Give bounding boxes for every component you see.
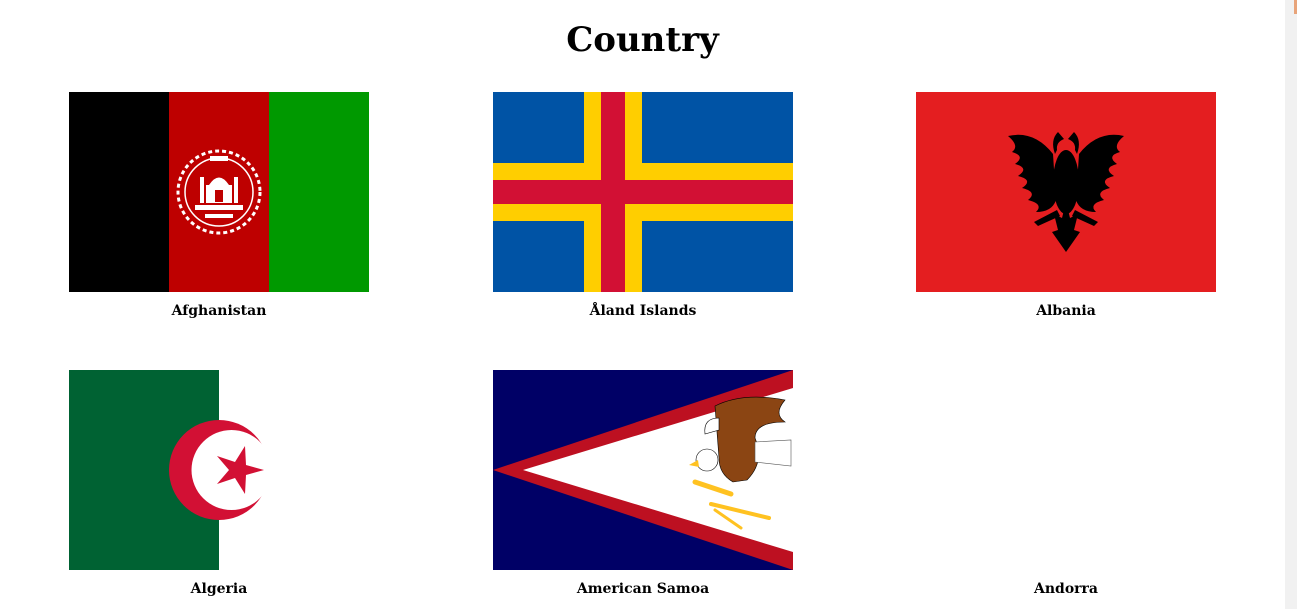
country-card-albania[interactable]: Albania bbox=[916, 92, 1216, 319]
country-name[interactable]: Andorra bbox=[916, 581, 1216, 597]
country-name[interactable]: Åland Islands bbox=[493, 303, 793, 319]
andorra-flag-icon[interactable] bbox=[916, 370, 1216, 570]
country-card-aland-islands[interactable]: Åland Islands bbox=[493, 92, 793, 319]
country-card-afghanistan[interactable]: Afghanistan bbox=[69, 92, 369, 319]
algeria-flag-icon[interactable] bbox=[69, 370, 369, 570]
page-title: Country bbox=[566, 20, 719, 60]
country-name[interactable]: Albania bbox=[916, 303, 1216, 319]
country-name[interactable]: Afghanistan bbox=[69, 303, 369, 319]
country-name[interactable]: Algeria bbox=[69, 581, 369, 597]
country-card-algeria[interactable]: Algeria bbox=[69, 370, 369, 597]
vertical-scrollbar[interactable] bbox=[1285, 0, 1297, 609]
afghanistan-flag-icon[interactable] bbox=[69, 92, 369, 292]
country-name[interactable]: American Samoa bbox=[493, 581, 793, 597]
american-samoa-flag-icon[interactable] bbox=[493, 370, 793, 570]
country-card-andorra[interactable]: Andorra bbox=[916, 370, 1216, 597]
aland-islands-flag-icon[interactable] bbox=[493, 92, 793, 292]
albania-flag-icon[interactable] bbox=[916, 92, 1216, 292]
country-card-american-samoa[interactable]: American Samoa bbox=[493, 370, 793, 597]
